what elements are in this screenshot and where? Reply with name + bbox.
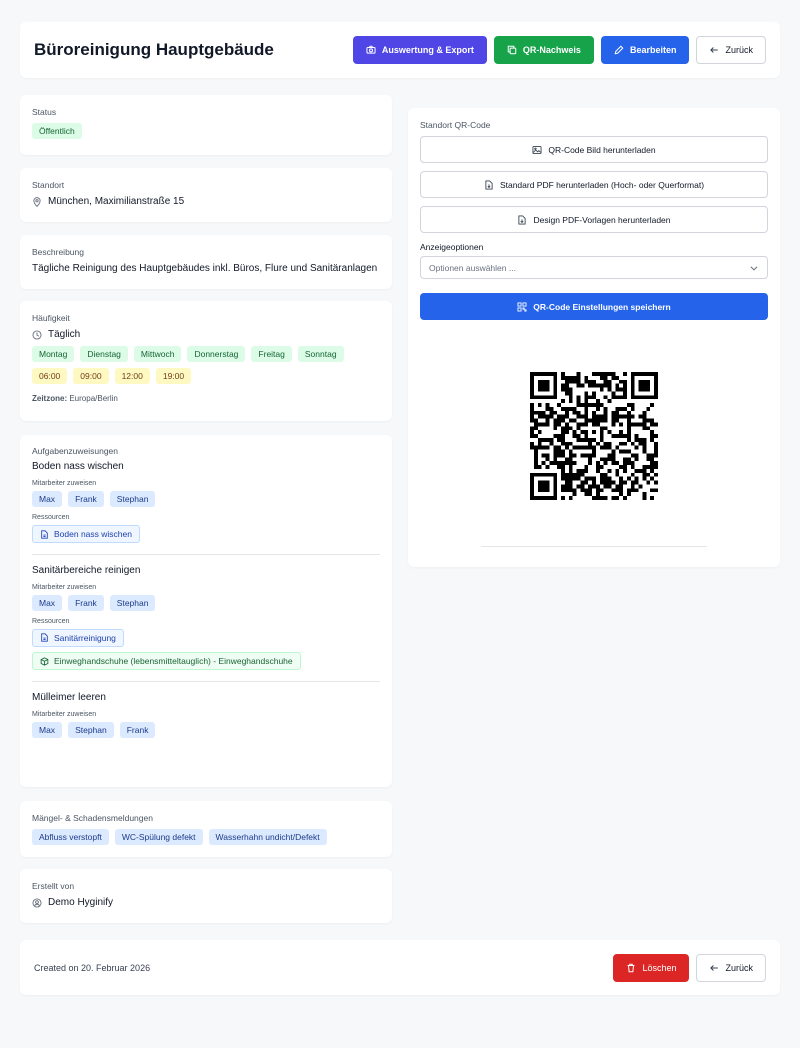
employee-chip: Frank	[119, 721, 156, 738]
file-download-icon	[518, 215, 527, 224]
resource-item-link[interactable]: Einweghandschuhe (lebensmitteltauglich) …	[32, 652, 301, 670]
frequency-value: Täglich	[48, 329, 81, 340]
chevron-down-icon	[750, 265, 758, 271]
task-item: Boden nass wischen Mitarbeiter zuweisen …	[32, 461, 380, 544]
qr-proof-button[interactable]: QR-Nachweis	[493, 36, 594, 64]
employee-chip: Frank	[68, 594, 104, 611]
timezone: Zeitzone: Europa/Berlin	[32, 394, 118, 403]
clock-icon	[32, 329, 42, 340]
weekday-list: Montag Dienstag Mittwoch Donnerstag Frei…	[32, 346, 380, 362]
weekday-chip: Sonntag	[297, 346, 344, 362]
weekday-chip: Dienstag	[80, 346, 128, 362]
weekday-chip: Montag	[32, 346, 75, 362]
time-list: 06:00 09:00 12:00 19:00	[32, 368, 380, 384]
footer-back-button[interactable]: Zurück	[696, 953, 766, 982]
task-divider	[32, 553, 380, 555]
location-value: München, Maximilianstraße 15	[48, 196, 185, 207]
created-date: Created on 20. Februar 2026	[34, 962, 151, 973]
resource-document-link[interactable]: Sanitärreinigung	[32, 628, 124, 647]
creator-section: Erstellt von Demo Hyginify	[20, 869, 392, 923]
description-section: Beschreibung Tägliche Reinigung des Haup…	[20, 235, 392, 289]
qr-code-image	[530, 372, 658, 500]
employees-label: Mitarbeiter zuweisen	[32, 583, 97, 591]
status-section: Status Öffentlich	[20, 95, 392, 155]
pencil-icon	[614, 45, 624, 55]
employee-chip: Stephan	[68, 721, 114, 738]
image-icon	[532, 145, 542, 154]
time-chip: 12:00	[114, 368, 150, 384]
save-qr-settings-button[interactable]: QR-Code Einstellungen speichern	[420, 293, 768, 320]
page-title: Büroreinigung Hauptgebäude	[34, 40, 274, 59]
file-icon	[41, 633, 48, 642]
employee-chip: Max	[32, 491, 63, 507]
status-heading: Status	[32, 107, 57, 117]
employee-chip: Max	[32, 721, 63, 738]
qr-panel: Standort QR-Code QR-Code Bild herunterla…	[408, 108, 780, 567]
defects-heading: Mängel- & Schadensmeldungen	[32, 813, 153, 823]
back-button[interactable]: Zurück	[696, 36, 766, 64]
qr-divider	[481, 546, 707, 547]
page-header: Büroreinigung Hauptgebäude Auswertung & …	[20, 22, 780, 78]
arrow-left-icon	[710, 47, 719, 53]
status-badge: Öffentlich	[32, 123, 82, 139]
resources-label: Ressourcen	[32, 514, 70, 521]
user-icon	[32, 897, 42, 908]
resources-label: Ressourcen	[32, 617, 70, 625]
camera-icon	[366, 45, 376, 54]
time-chip: 19:00	[155, 368, 192, 384]
description-value: Tägliche Reinigung des Hauptgebäudes ink…	[32, 263, 378, 274]
task-title: Boden nass wischen	[32, 461, 124, 472]
task-title: Mülleimer leeren	[32, 691, 106, 703]
copy-icon	[507, 45, 517, 55]
employee-chip: Frank	[68, 491, 104, 507]
header-actions: Auswertung & Export QR-Nachweis Bearbeit…	[352, 36, 766, 64]
options-label: Anzeigeoptionen	[420, 242, 484, 252]
arrow-left-icon	[710, 964, 719, 971]
frequency-section: Häufigkeit Täglich Montag Dienstag Mittw…	[20, 301, 392, 421]
time-chip: 09:00	[73, 368, 109, 384]
frequency-heading: Häufigkeit	[32, 313, 70, 323]
download-design-pdf-button[interactable]: Design PDF-Vorlagen herunterladen	[420, 206, 768, 233]
export-button[interactable]: Auswertung & Export	[352, 36, 487, 64]
employee-chip: Max	[32, 594, 63, 611]
defect-chip: Abfluss verstopft	[32, 829, 109, 845]
task-divider	[32, 680, 380, 682]
tasks-heading: Aufgabenzuweisungen	[32, 446, 119, 456]
file-download-icon	[485, 180, 493, 189]
defects-section: Mängel- & Schadensmeldungen Abfluss vers…	[20, 801, 392, 857]
display-options-select[interactable]: Optionen auswählen ...	[420, 256, 768, 279]
page-footer: Created on 20. Februar 2026 Löschen Zurü…	[20, 940, 780, 995]
weekday-chip: Mittwoch	[133, 346, 182, 362]
task-item: Mülleimer leeren Mitarbeiter zuweisen Ma…	[32, 692, 380, 738]
description-heading: Beschreibung	[32, 247, 84, 257]
qr-code-icon	[517, 302, 527, 311]
employee-chip: Stephan	[109, 594, 156, 611]
defect-chip: Wasserhahn undicht/Defekt	[208, 829, 327, 845]
weekday-chip: Freitag	[251, 346, 292, 362]
task-title: Sanitärbereiche reinigen	[32, 564, 141, 576]
download-standard-pdf-button[interactable]: Standard PDF herunterladen (Hoch- oder Q…	[420, 171, 768, 198]
weekday-chip: Donnerstag	[187, 346, 246, 362]
map-pin-icon	[33, 196, 41, 207]
resource-document-link[interactable]: Boden nass wischen	[32, 525, 140, 543]
package-icon	[40, 656, 49, 666]
creator-heading: Erstellt von	[32, 881, 75, 891]
location-heading: Standort	[32, 180, 65, 190]
trash-icon	[628, 963, 635, 972]
defect-chip: WC-Spülung defekt	[114, 829, 203, 845]
qr-heading: Standort QR-Code	[420, 120, 491, 130]
time-chip: 06:00	[32, 368, 68, 384]
tasks-section: Aufgabenzuweisungen Boden nass wischen M…	[20, 435, 392, 787]
employees-label: Mitarbeiter zuweisen	[32, 480, 97, 487]
download-qr-image-button[interactable]: QR-Code Bild herunterladen	[420, 136, 768, 163]
location-section: Standort München, Maximilianstraße 15	[20, 168, 392, 222]
creator-value: Demo Hyginify	[48, 897, 114, 908]
delete-button[interactable]: Löschen	[613, 953, 690, 982]
employees-label: Mitarbeiter zuweisen	[32, 710, 97, 718]
task-item: Sanitärbereiche reinigen Mitarbeiter zuw…	[32, 565, 380, 671]
edit-button[interactable]: Bearbeiten	[600, 36, 690, 64]
file-icon	[41, 529, 48, 539]
employee-chip: Stephan	[109, 491, 156, 507]
